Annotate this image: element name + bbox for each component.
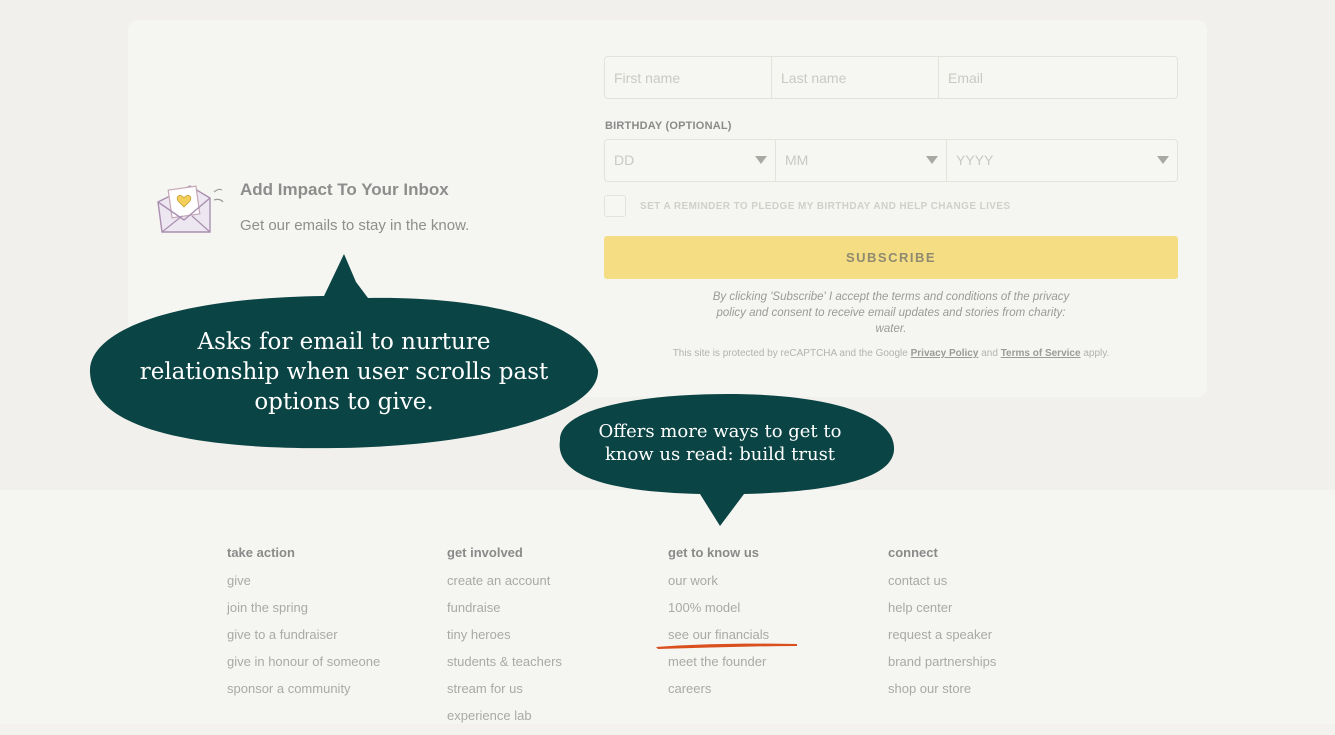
footer-link[interactable]: our work (668, 573, 769, 600)
name-email-fields (604, 56, 1178, 99)
year-select-value: YYYY (956, 152, 994, 168)
footer-column-get-involved: get involved create an account fundraise… (447, 545, 562, 735)
footer-link[interactable]: 100% model (668, 600, 769, 627)
footer-link[interactable]: give (227, 573, 380, 600)
footer-link[interactable]: careers (668, 681, 769, 708)
recaptcha-notice: This site is protected by reCAPTCHA and … (604, 348, 1178, 359)
terms-of-service-link[interactable]: Terms of Service (1001, 348, 1081, 359)
recaptcha-and: and (981, 348, 998, 359)
footer-link[interactable]: students & teachers (447, 654, 562, 681)
footer-link[interactable]: stream for us (447, 681, 562, 708)
footer-link[interactable]: meet the founder (668, 654, 769, 681)
promo-title: Add Impact To Your Inbox (240, 180, 449, 199)
trust-callout-text: Offers more ways to get to know us read:… (598, 421, 842, 465)
footer-link[interactable]: give to a fundraiser (227, 627, 380, 654)
footer-link[interactable]: brand partnerships (888, 654, 996, 681)
footer-link[interactable]: experience lab (447, 708, 562, 735)
birthday-reminder-label: SET A REMINDER TO PLEDGE MY BIRTHDAY AND… (640, 201, 1011, 212)
privacy-policy-link[interactable]: Privacy Policy (911, 348, 979, 359)
recaptcha-prefix: This site is protected by reCAPTCHA and … (672, 348, 908, 359)
footer-link[interactable]: give in honour of someone (227, 654, 380, 681)
footer-link[interactable]: sponsor a community (227, 681, 380, 708)
month-select[interactable]: MM (776, 140, 947, 181)
subscribe-button[interactable]: SUBSCRIBE (604, 236, 1178, 279)
footer-link[interactable]: fundraise (447, 600, 562, 627)
footer-link[interactable]: contact us (888, 573, 996, 600)
promo-subtitle: Get our emails to stay in the know. (240, 217, 470, 234)
footer-link[interactable]: request a speaker (888, 627, 996, 654)
footer-link[interactable]: help center (888, 600, 996, 627)
email-callout: Asks for email to nurture relationship w… (88, 252, 600, 452)
day-select-value: DD (614, 152, 635, 168)
month-select-value: MM (785, 152, 809, 168)
footer-heading: connect (888, 545, 938, 560)
footer-link[interactable]: create an account (447, 573, 562, 600)
terms-text: By clicking 'Subscribe' I accept the ter… (712, 291, 1070, 335)
footer-heading: get to know us (668, 545, 759, 560)
highlight-underline (656, 643, 797, 649)
email-input[interactable] (939, 57, 1177, 98)
footer-column-take-action: take action give join the spring give to… (227, 545, 380, 708)
trust-callout: Offers more ways to get to know us read:… (550, 392, 898, 528)
birthday-selects: DD MM YYYY (604, 139, 1178, 182)
footer-heading: get involved (447, 545, 523, 560)
footer-column-get-to-know-us: get to know us our work 100% model see o… (668, 545, 769, 708)
footer-heading: take action (227, 545, 295, 560)
day-select[interactable]: DD (605, 140, 776, 181)
chevron-down-icon (1157, 156, 1169, 164)
birthday-label: BIRTHDAY (OPTIONAL) (605, 120, 732, 132)
footer-column-connect: connect contact us help center request a… (888, 545, 996, 708)
footer-link[interactable]: shop our store (888, 681, 996, 708)
chevron-down-icon (755, 156, 767, 164)
recaptcha-suffix: apply. (1083, 348, 1110, 359)
birthday-reminder-checkbox[interactable] (604, 195, 626, 217)
chevron-down-icon (926, 156, 938, 164)
email-callout-text: Asks for email to nurture relationship w… (139, 329, 549, 415)
year-select[interactable]: YYYY (947, 140, 1177, 181)
footer-link[interactable]: tiny heroes (447, 627, 562, 654)
envelope-heart-icon (157, 185, 224, 233)
footer-link[interactable]: join the spring (227, 600, 380, 627)
first-name-input[interactable] (605, 57, 772, 98)
last-name-input[interactable] (772, 57, 939, 98)
